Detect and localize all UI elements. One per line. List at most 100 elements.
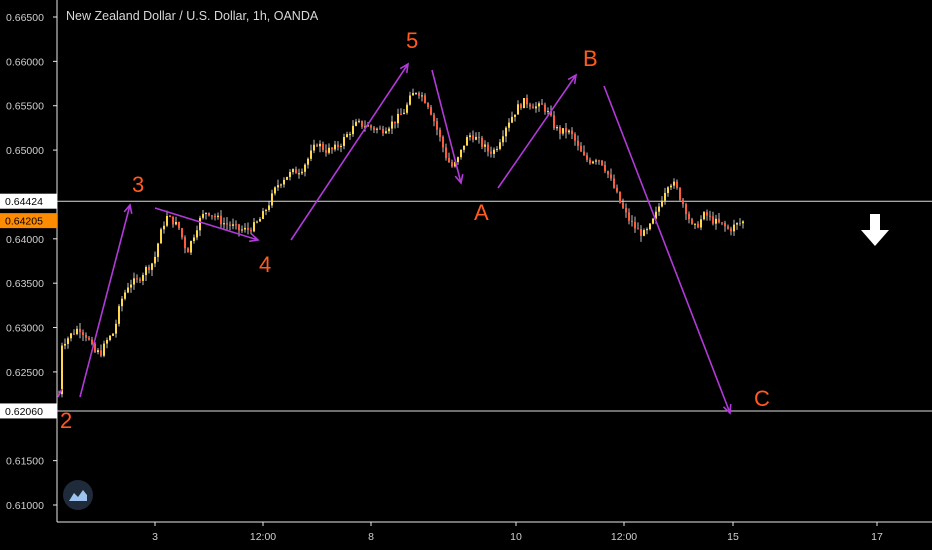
candle-body bbox=[457, 157, 459, 163]
candle-body bbox=[547, 111, 549, 113]
candle-body bbox=[586, 155, 588, 160]
candle-body bbox=[463, 145, 465, 150]
candle-body bbox=[145, 266, 147, 276]
tradingview-logo-icon[interactable] bbox=[63, 480, 93, 510]
candle-body bbox=[262, 211, 264, 219]
candle-body bbox=[544, 104, 546, 112]
candle-body bbox=[739, 223, 741, 225]
candle-body bbox=[226, 223, 228, 225]
candle-body bbox=[79, 328, 81, 333]
candle-body bbox=[553, 115, 555, 129]
candle-body bbox=[694, 223, 696, 225]
candle-body bbox=[604, 164, 606, 172]
candle-body bbox=[235, 224, 237, 226]
candle-body bbox=[496, 148, 498, 150]
candle-body bbox=[304, 164, 306, 172]
candle-body bbox=[193, 237, 195, 241]
candle-body bbox=[328, 147, 330, 153]
horizontal-lines bbox=[57, 200, 932, 412]
candle-body bbox=[292, 169, 294, 173]
candle-body bbox=[556, 127, 558, 129]
candle-body bbox=[229, 224, 231, 226]
wave-arrow-line[interactable] bbox=[603, 85, 731, 414]
down-arrow-icon bbox=[861, 214, 889, 246]
y-tick-label: 0.66000 bbox=[6, 56, 44, 68]
candle-body bbox=[721, 222, 723, 224]
candle-body bbox=[196, 230, 198, 238]
candle-body bbox=[592, 161, 594, 164]
candle-body bbox=[388, 128, 390, 132]
candle-body bbox=[472, 135, 474, 140]
candle-body bbox=[391, 121, 393, 129]
candle-body bbox=[649, 223, 651, 230]
candle-body bbox=[499, 142, 501, 149]
price-label: 0.62060 bbox=[5, 406, 43, 418]
candle-body bbox=[238, 224, 240, 231]
candle-body bbox=[325, 150, 327, 153]
candle-body bbox=[616, 187, 618, 192]
price-chart[interactable]: 0.66500 0.66000 0.65500 0.65000 0.64000 0.635… bbox=[0, 0, 932, 550]
candle-body bbox=[607, 171, 609, 175]
candle-body bbox=[562, 128, 564, 134]
candle-body bbox=[253, 222, 255, 232]
price-label: 0.64205 bbox=[5, 216, 43, 228]
candle-body bbox=[319, 143, 321, 147]
candle-body bbox=[622, 202, 624, 208]
candle-body bbox=[427, 103, 429, 108]
candle-body bbox=[484, 144, 486, 147]
candle-body bbox=[667, 187, 669, 193]
candle-body bbox=[298, 173, 300, 175]
candle-body bbox=[637, 228, 639, 230]
candle-body bbox=[274, 187, 276, 194]
candle-body bbox=[610, 174, 612, 179]
candle-body bbox=[493, 149, 495, 154]
candle-body bbox=[724, 223, 726, 227]
candle-body bbox=[664, 192, 666, 201]
price-labels: 0.64424 0.64205 0.62060 bbox=[0, 193, 57, 419]
y-tick-label: 0.64000 bbox=[6, 234, 44, 246]
candle-body bbox=[85, 335, 87, 338]
candle-body bbox=[244, 227, 246, 230]
candle-body bbox=[178, 221, 180, 229]
candle-body bbox=[310, 150, 312, 159]
candle-body bbox=[511, 116, 513, 123]
candle-body bbox=[451, 162, 453, 167]
candle-body bbox=[685, 204, 687, 214]
wave-label-c: C bbox=[754, 386, 770, 411]
candle-body bbox=[121, 298, 123, 307]
y-tick-label: 0.61500 bbox=[6, 456, 44, 468]
wave-arrow-line[interactable] bbox=[154, 207, 259, 241]
candle-body bbox=[490, 151, 492, 154]
candle-body bbox=[232, 224, 234, 226]
candle-body bbox=[82, 332, 84, 336]
candle-body bbox=[307, 158, 309, 165]
axes-layer: 0.66500 0.66000 0.65500 0.65000 0.64000 0.635… bbox=[6, 0, 932, 543]
candle-body bbox=[163, 225, 165, 230]
candle-body bbox=[148, 266, 150, 270]
candle-body bbox=[223, 223, 225, 225]
candle-body bbox=[187, 248, 189, 253]
wave-arrow-line[interactable] bbox=[497, 74, 577, 189]
candle-body bbox=[406, 104, 408, 113]
candle-body bbox=[442, 136, 444, 148]
wave-label-5: 5 bbox=[406, 28, 418, 53]
candle-body bbox=[295, 169, 297, 174]
candle-body bbox=[595, 160, 597, 162]
candle-body bbox=[712, 216, 714, 224]
candle-body bbox=[523, 98, 525, 109]
candle-body bbox=[613, 178, 615, 188]
x-tick-label: 3 bbox=[152, 531, 158, 543]
candle-body bbox=[538, 103, 540, 107]
candle-body bbox=[115, 323, 117, 334]
candle-body bbox=[160, 229, 162, 244]
x-tick-label: 12:00 bbox=[611, 531, 637, 543]
candle-body bbox=[376, 128, 378, 130]
candle-body bbox=[181, 228, 183, 238]
candle-body bbox=[76, 328, 78, 335]
wave-arrow-line[interactable] bbox=[290, 63, 409, 241]
candle-body bbox=[412, 93, 414, 96]
candle-body bbox=[175, 221, 177, 225]
candle-body bbox=[568, 130, 570, 133]
candle-body bbox=[742, 221, 744, 224]
candle-body bbox=[706, 212, 708, 216]
